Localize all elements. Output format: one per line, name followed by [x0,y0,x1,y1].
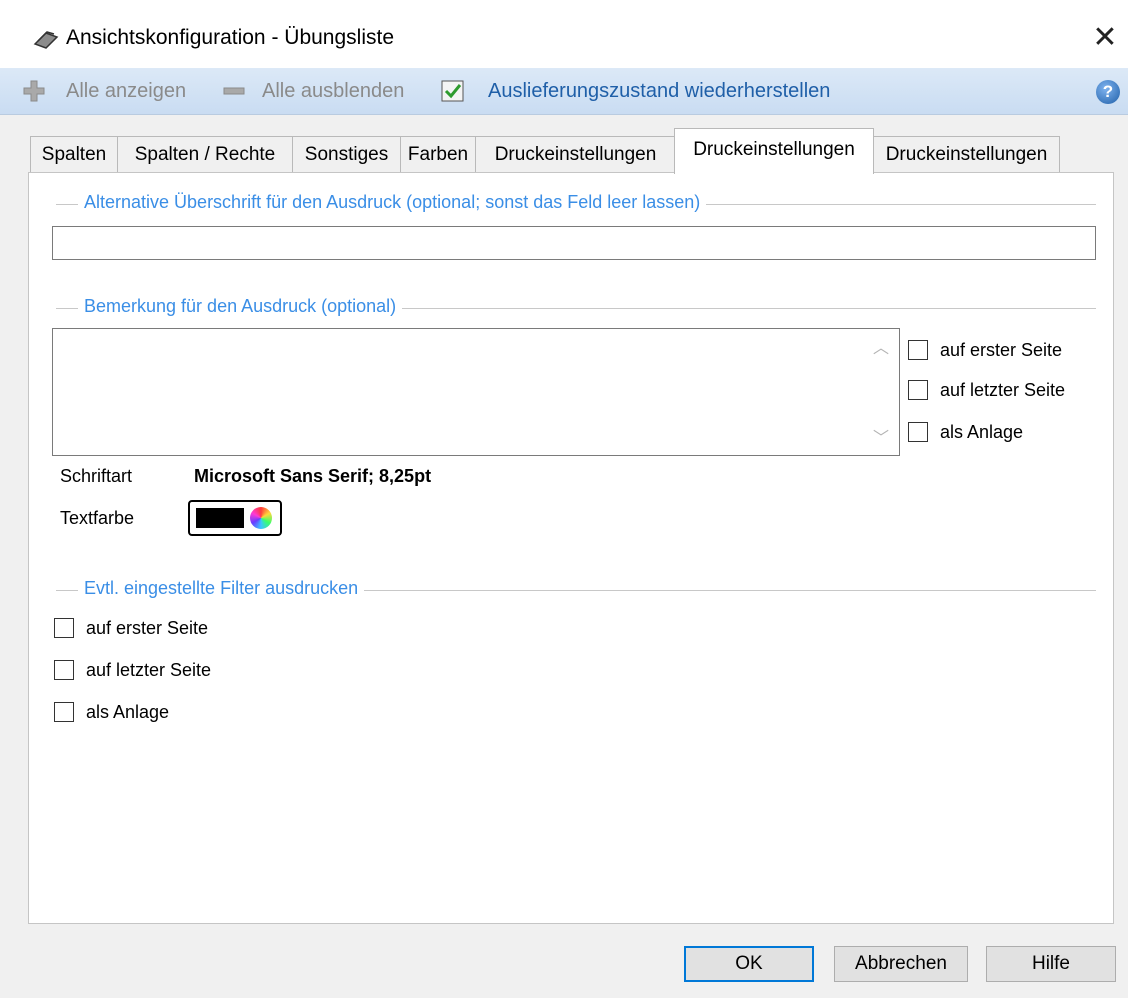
restore-default-label: Auslieferungszustand wiederherstellen [488,79,831,102]
tab-spalten[interactable]: Spalten [30,136,118,172]
color-wheel-icon [250,507,272,529]
scroll-up-icon[interactable]: ︿ [868,334,894,358]
remark-group-title: Bemerkung für den Ausdruck (optional) [78,296,403,317]
tab-druckeinstellungen-3[interactable]: Druckeinstellungen [873,136,1060,172]
hide-all-button[interactable]: Alle ausblenden [222,68,404,114]
filter-group-title: Evtl. eingestellte Filter ausdrucken [78,578,365,599]
plus-icon [23,80,45,102]
filter-attachment-checkbox[interactable] [54,702,74,722]
window-title: Ansichtskonfiguration - Übungsliste [66,26,395,49]
help-button[interactable]: Hilfe [986,946,1116,982]
window-app-icon [32,24,60,52]
color-swatch [196,508,244,528]
alt-heading-input[interactable] [52,226,1096,260]
remark-last-page-checkbox[interactable] [908,380,928,400]
help-icon[interactable]: ? [1096,80,1120,104]
scroll-down-icon[interactable]: ﹀ [868,424,894,448]
filter-last-page-label: auf letzter Seite [86,660,212,680]
remark-attachment-checkbox[interactable] [908,422,928,442]
tab-spalten-rechte[interactable]: Spalten / Rechte [117,136,293,172]
remark-first-page-checkbox[interactable] [908,340,928,360]
tab-druckeinstellungen-1[interactable]: Druckeinstellungen [475,136,676,172]
text-color-label: Textfarbe [60,508,135,528]
text-color-button[interactable] [188,500,282,536]
filter-last-page-checkbox[interactable] [54,660,74,680]
tab-druckeinstellungen-2[interactable]: Druckeinstellungen [674,128,874,174]
filter-attachment-label: als Anlage [86,702,170,722]
remark-first-page-label: auf erster Seite [940,340,1063,360]
filter-first-page-checkbox[interactable] [54,618,74,638]
tab-sonstiges[interactable]: Sonstiges [292,136,401,172]
remark-attachment-label: als Anlage [940,422,1024,442]
font-label: Schriftart [60,466,133,486]
remark-textarea[interactable] [52,328,900,456]
show-all-label: Alle anzeigen [66,79,187,102]
ok-button[interactable]: OK [684,946,814,982]
restore-default-button[interactable]: Auslieferungszustand wiederherstellen [440,68,830,114]
font-value: Microsoft Sans Serif; 8,25pt [194,466,432,486]
filter-first-page-label: auf erster Seite [86,618,209,638]
check-document-icon [441,80,464,102]
remark-last-page-label: auf letzter Seite [940,380,1066,400]
close-icon[interactable]: ✕ [1090,20,1120,56]
cancel-button[interactable]: Abbrechen [834,946,968,982]
hide-all-label: Alle ausblenden [262,79,405,102]
tab-farben[interactable]: Farben [400,136,476,172]
tab-panel [28,172,1114,924]
minus-icon [223,87,245,95]
show-all-button[interactable]: Alle anzeigen [22,68,186,114]
heading-group-title: Alternative Überschrift für den Ausdruck… [78,192,707,213]
